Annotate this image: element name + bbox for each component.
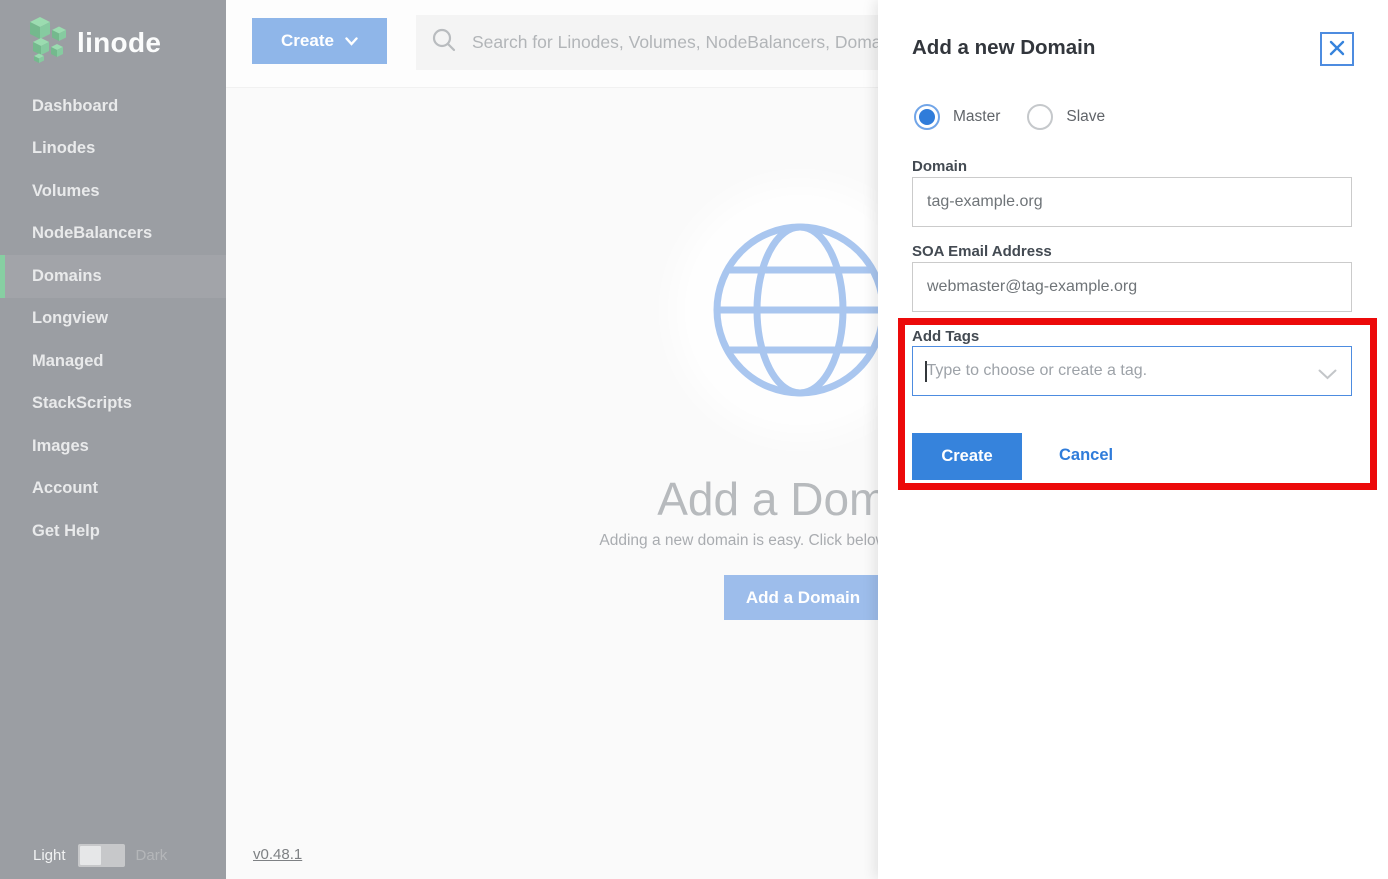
close-drawer-button[interactable]	[1320, 32, 1354, 66]
soa-email-field-label: SOA Email Address	[912, 243, 1052, 260]
theme-dark-label: Dark	[136, 847, 168, 864]
add-tags-field-label: Add Tags	[912, 328, 979, 345]
sidebar-nav: Dashboard Linodes Volumes NodeBalancers …	[0, 85, 226, 553]
sidebar-item-get-help[interactable]: Get Help	[0, 510, 226, 553]
toggle-knob	[80, 846, 101, 865]
drawer-title: Add a new Domain	[912, 36, 1095, 60]
sidebar-item-stackscripts[interactable]: StackScripts	[0, 383, 226, 426]
theme-light-label: Light	[33, 847, 66, 864]
close-icon	[1329, 40, 1345, 59]
sidebar-item-managed[interactable]: Managed	[0, 340, 226, 383]
linode-cubes-icon	[28, 16, 66, 69]
create-button-label: Create	[281, 31, 334, 51]
domain-field-label: Domain	[912, 158, 967, 175]
cancel-button[interactable]: Cancel	[1059, 446, 1113, 465]
sidebar: linode Dashboard Linodes Volumes NodeBal…	[0, 0, 226, 879]
slave-radio-label: Slave	[1066, 108, 1105, 126]
version-link[interactable]: v0.48.1	[253, 846, 302, 863]
sidebar-item-account[interactable]: Account	[0, 468, 226, 511]
slave-radio[interactable]	[1027, 104, 1053, 130]
sidebar-item-images[interactable]: Images	[0, 425, 226, 468]
chevron-down-icon[interactable]	[1318, 367, 1337, 385]
sidebar-item-nodebalancers[interactable]: NodeBalancers	[0, 213, 226, 256]
sidebar-item-linodes[interactable]: Linodes	[0, 128, 226, 171]
sidebar-item-longview[interactable]: Longview	[0, 298, 226, 341]
master-radio[interactable]	[914, 104, 940, 130]
theme-toggle-row: Light Dark	[0, 832, 226, 879]
brand-name: linode	[77, 27, 161, 59]
radio-dot	[919, 109, 935, 125]
globe-icon	[710, 220, 890, 405]
linode-logo[interactable]: linode	[28, 16, 161, 69]
add-tags-field[interactable]: Type to choose or create a tag.	[912, 346, 1352, 396]
chevron-down-icon	[345, 31, 358, 51]
domain-field[interactable]	[912, 177, 1352, 227]
create-menu-button[interactable]: Create	[252, 18, 387, 64]
soa-email-field[interactable]	[912, 262, 1352, 312]
sidebar-item-dashboard[interactable]: Dashboard	[0, 85, 226, 128]
sidebar-item-domains[interactable]: Domains	[0, 255, 226, 298]
domain-type-radio-group: Master Slave	[914, 103, 1105, 130]
add-a-domain-button[interactable]: Add a Domain	[724, 575, 882, 620]
master-radio-label: Master	[953, 108, 1000, 126]
theme-toggle-switch[interactable]	[78, 844, 125, 867]
search-icon	[431, 27, 457, 58]
add-domain-drawer: Add a new Domain Master Slave Domain SOA…	[878, 0, 1388, 879]
create-domain-button[interactable]: Create	[912, 433, 1022, 480]
sidebar-item-volumes[interactable]: Volumes	[0, 170, 226, 213]
add-tags-placeholder: Type to choose or create a tag.	[927, 362, 1148, 380]
